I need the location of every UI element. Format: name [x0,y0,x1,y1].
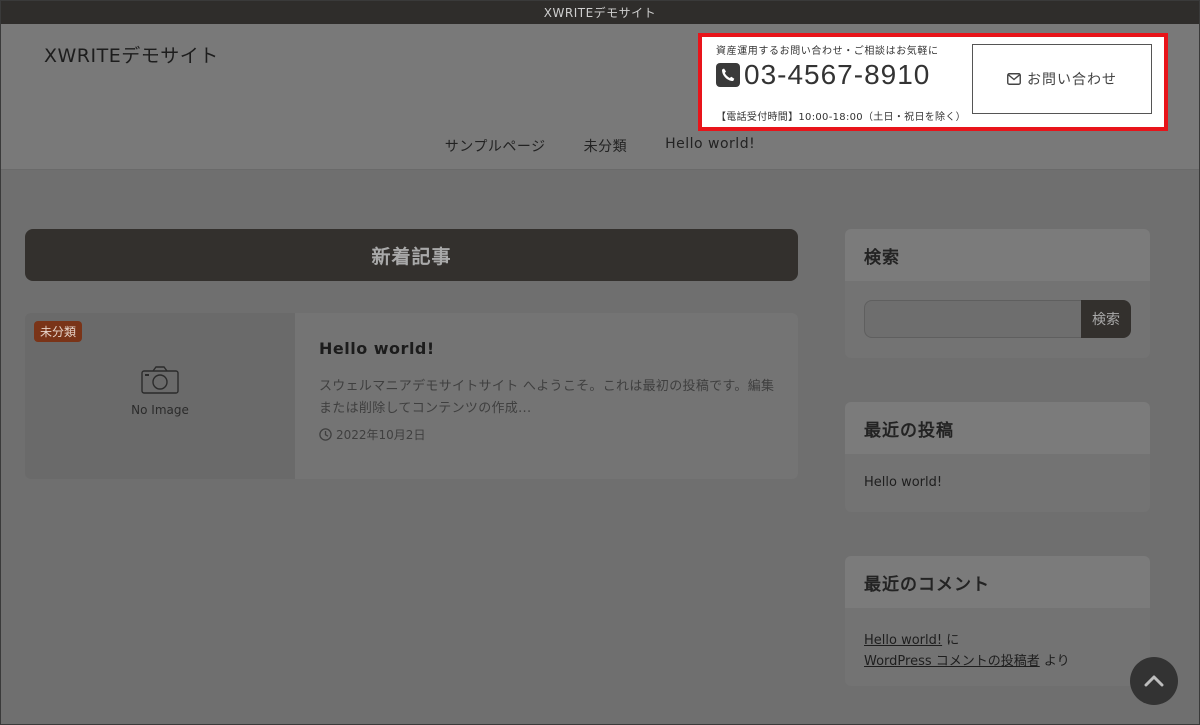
recent-comments-title: 最近のコメント [845,556,1150,608]
search-widget: 検索 検索 [845,229,1150,358]
nav-item-sample-page[interactable]: サンプルページ [445,136,546,156]
camera-icon [141,365,179,399]
site-header: XWRITEデモサイト 資産運用するお問い合わせ・ご相談はお気軽に 03-456… [1,24,1199,170]
contact-button[interactable]: お問い合わせ [972,44,1152,114]
phone-icon [716,63,740,87]
search-widget-title: 検索 [845,229,1150,281]
recent-posts-title: 最近の投稿 [845,402,1150,454]
chevron-up-icon [1144,672,1164,691]
post-date-text: 2022年10月2日 [336,428,426,442]
phone-number: 03-4567-8910 [744,59,931,90]
recent-post-link[interactable]: Hello world! [864,475,942,490]
site-title[interactable]: XWRITEデモサイト [44,41,219,68]
comment-author-line: WordPress コメントの投稿者 より [864,650,1070,669]
global-nav: サンプルページ 未分類 Hello world! [1,136,1199,156]
phone-row[interactable]: 03-4567-8910 [716,59,930,91]
comment-post-suffix: に [942,633,960,648]
nav-item-uncategorized[interactable]: 未分類 [584,136,628,156]
recent-posts-widget: 最近の投稿 Hello world! [845,402,1150,512]
comment-author-suffix: より [1039,654,1070,669]
phone-hours: 【電話受付時間】10:00-18:00（土日・祝日を除く） [716,112,966,123]
search-input[interactable] [864,300,1082,338]
category-badge[interactable]: 未分類 [34,321,83,342]
post-card[interactable]: 未分類 No Image Hello world! スウェルマニアデモサイトサイ… [25,313,798,479]
recent-comments-widget: 最近のコメント Hello world! に WordPress コメントの投稿… [845,556,1150,686]
search-button[interactable]: 検索 [1081,300,1131,338]
comment-post-line: Hello world! に [864,629,959,648]
contact-lead-text: 資産運用するお問い合わせ・ご相談はお気軽に [716,46,939,57]
top-bar: XWRITEデモサイト [1,1,1199,24]
mail-icon [1007,73,1021,85]
comment-post-link[interactable]: Hello world! [864,633,942,648]
header-contact-box: 資産運用するお問い合わせ・ご相談はお気軽に 03-4567-8910 【電話受付… [698,33,1168,131]
clock-icon [319,428,332,441]
post-date: 2022年10月2日 [319,426,425,443]
nav-item-hello-world[interactable]: Hello world! [665,136,755,156]
post-thumbnail[interactable]: 未分類 No Image [25,313,295,479]
no-image-text: No Image [131,403,189,417]
new-posts-heading: 新着記事 [25,229,798,281]
post-excerpt: スウェルマニアデモサイトサイト へようこそ。これは最初の投稿です。編集または削除… [319,379,775,416]
contact-button-label: お問い合わせ [1027,72,1117,88]
scroll-top-button[interactable] [1130,657,1178,705]
post-title[interactable]: Hello world! [319,339,435,358]
top-bar-text: XWRITEデモサイト [543,6,657,20]
comment-author-link[interactable]: WordPress コメントの投稿者 [864,654,1040,669]
